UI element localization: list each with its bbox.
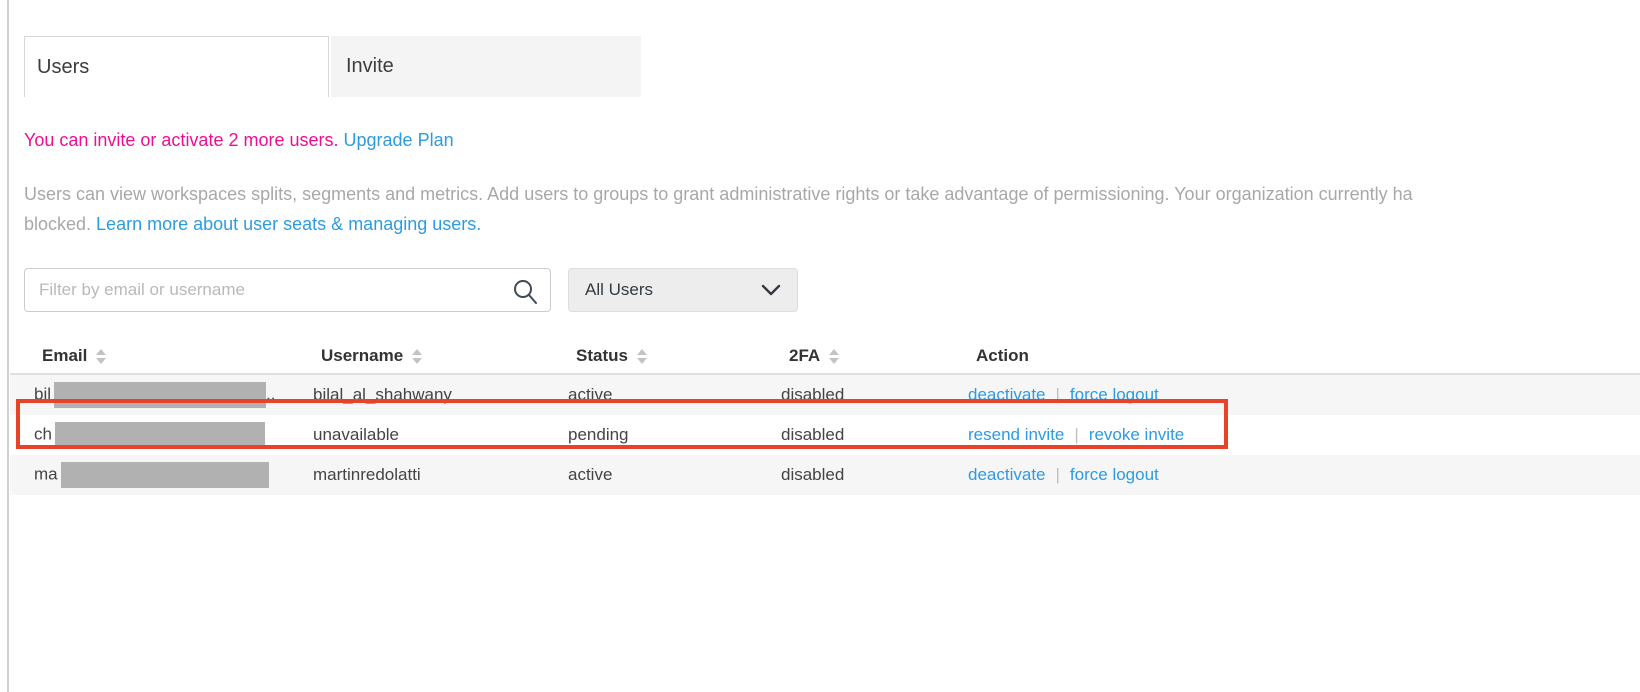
user-filter-dropdown[interactable]: All Users [568,268,798,312]
column-header-email-label: Email [42,346,87,366]
tab-users[interactable]: Users [24,36,329,97]
force-logout-link[interactable]: force logout [1070,465,1159,484]
learn-more-link[interactable]: Learn more about user seats & managing u… [96,214,481,234]
column-header-action: Action [968,346,1640,366]
email-prefix: ma [34,464,58,483]
user-filter-dropdown-value: All Users [585,280,653,300]
column-header-username-label: Username [321,346,403,366]
status-cell: pending [568,425,781,445]
email-cell: ch [34,422,313,448]
filter-search-box [24,268,551,312]
username-cell: martinredolatti [313,465,568,485]
email-prefix: bil [34,384,51,403]
deactivate-link[interactable]: deactivate [968,465,1046,484]
action-cell: deactivate | force logout [968,385,1640,405]
force-logout-link[interactable]: force logout [1070,385,1159,404]
column-header-status: Status [568,346,781,366]
twofa-cell: disabled [781,385,968,405]
email-cell: ma [34,462,313,488]
table-row-highlighted: ch unavailable pending disabled resend i… [10,415,1640,455]
column-header-email: Email [34,346,313,366]
resend-invite-link[interactable]: resend invite [968,425,1064,444]
column-header-status-label: Status [576,346,628,366]
filter-input[interactable] [25,269,550,311]
column-header-2fa: 2FA [781,346,968,366]
email-cell: bil.. [34,382,313,408]
tab-users-label: Users [37,56,89,79]
status-cell: active [568,385,781,405]
redacted-email [54,382,266,408]
table-row: ma martinredolatti active disabled deact… [10,455,1640,495]
chevron-down-icon [761,284,781,296]
action-separator: | [1056,385,1060,404]
column-header-username: Username [313,346,568,366]
column-header-action-label: Action [976,346,1029,366]
users-table: Email Username Status 2FA Action bil.. [10,339,1640,495]
sort-icon[interactable] [829,349,839,364]
action-separator: | [1074,425,1078,444]
redacted-email [55,422,265,448]
sort-icon[interactable] [637,349,647,364]
filter-row: All Users [24,268,1640,312]
username-cell: bilal_al_shahwany [313,385,568,405]
seats-notice: You can invite or activate 2 more users.… [24,130,1640,151]
tab-bar: Users Invite [24,36,1640,97]
username-cell: unavailable [313,425,568,445]
tab-invite[interactable]: Invite [331,36,641,97]
sort-icon[interactable] [412,349,422,364]
column-header-2fa-label: 2FA [789,346,820,366]
users-description: Users can view workspaces splits, segmen… [24,180,1640,239]
action-cell: resend invite | revoke invite [968,425,1640,445]
action-separator: | [1056,465,1060,484]
users-description-line2-prefix: blocked. [24,214,96,234]
seats-notice-text: You can invite or activate 2 more users. [24,130,339,150]
search-icon [512,278,538,304]
table-header-row: Email Username Status 2FA Action [10,339,1640,375]
twofa-cell: disabled [781,465,968,485]
redacted-email [61,462,269,488]
email-suffix: .. [266,384,275,403]
user-administration-page: Users Invite You can invite or activate … [0,0,1640,692]
revoke-invite-link[interactable]: revoke invite [1089,425,1184,444]
table-row: bil.. bilal_al_shahwany active disabled … [10,375,1640,415]
status-cell: active [568,465,781,485]
users-description-line1: Users can view workspaces splits, segmen… [24,180,1640,210]
users-description-line2: blocked. Learn more about user seats & m… [24,210,1640,240]
sort-icon[interactable] [96,349,106,364]
upgrade-plan-link[interactable]: Upgrade Plan [344,130,454,150]
tab-invite-label: Invite [346,55,394,78]
email-prefix: ch [34,424,52,443]
twofa-cell: disabled [781,425,968,445]
action-cell: deactivate | force logout [968,465,1640,485]
deactivate-link[interactable]: deactivate [968,385,1046,404]
